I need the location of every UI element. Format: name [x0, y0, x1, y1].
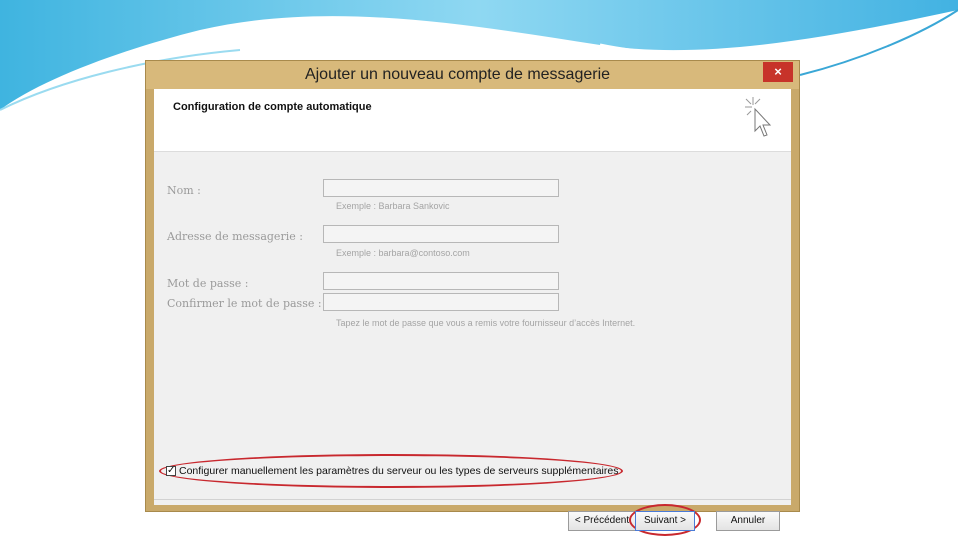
dialog-titlebar: Ajouter un nouveau compte de messagerie …	[146, 61, 799, 89]
dialog-body: Configuration de compte automatique Nom …	[154, 89, 791, 536]
previous-button[interactable]: < Précédent	[568, 511, 636, 531]
email-hint: Exemple : barbara@contoso.com	[336, 248, 470, 258]
manual-config-checkbox[interactable]: ✓	[166, 466, 176, 476]
name-label: Nom :	[167, 184, 201, 197]
dialog-title: Ajouter un nouveau compte de messagerie	[304, 66, 611, 83]
confirm-password-label: Confirmer le mot de passe :	[167, 297, 322, 310]
next-button[interactable]: Suivant >	[635, 511, 695, 531]
close-button[interactable]: ×	[763, 62, 793, 82]
name-hint: Exemple : Barbara Sankovic	[336, 201, 450, 211]
footer-divider	[154, 499, 791, 500]
email-input[interactable]	[323, 225, 559, 243]
password-label: Mot de passe :	[167, 277, 249, 290]
cancel-button[interactable]: Annuler	[716, 511, 780, 531]
manual-config-label[interactable]: Configurer manuellement les paramètres d…	[179, 465, 618, 477]
email-label: Adresse de messagerie :	[167, 230, 303, 243]
name-input[interactable]	[323, 179, 559, 197]
confirm-password-input[interactable]	[323, 293, 559, 311]
cursor-sparkle-icon	[745, 97, 772, 137]
password-hint: Tapez le mot de passe que vous a remis v…	[336, 318, 636, 328]
add-account-dialog: Ajouter un nouveau compte de messagerie …	[145, 60, 800, 536]
password-input[interactable]	[323, 272, 559, 290]
header-title: Configuration de compte automatique	[173, 101, 372, 113]
dialog-header: Configuration de compte automatique	[154, 89, 791, 152]
